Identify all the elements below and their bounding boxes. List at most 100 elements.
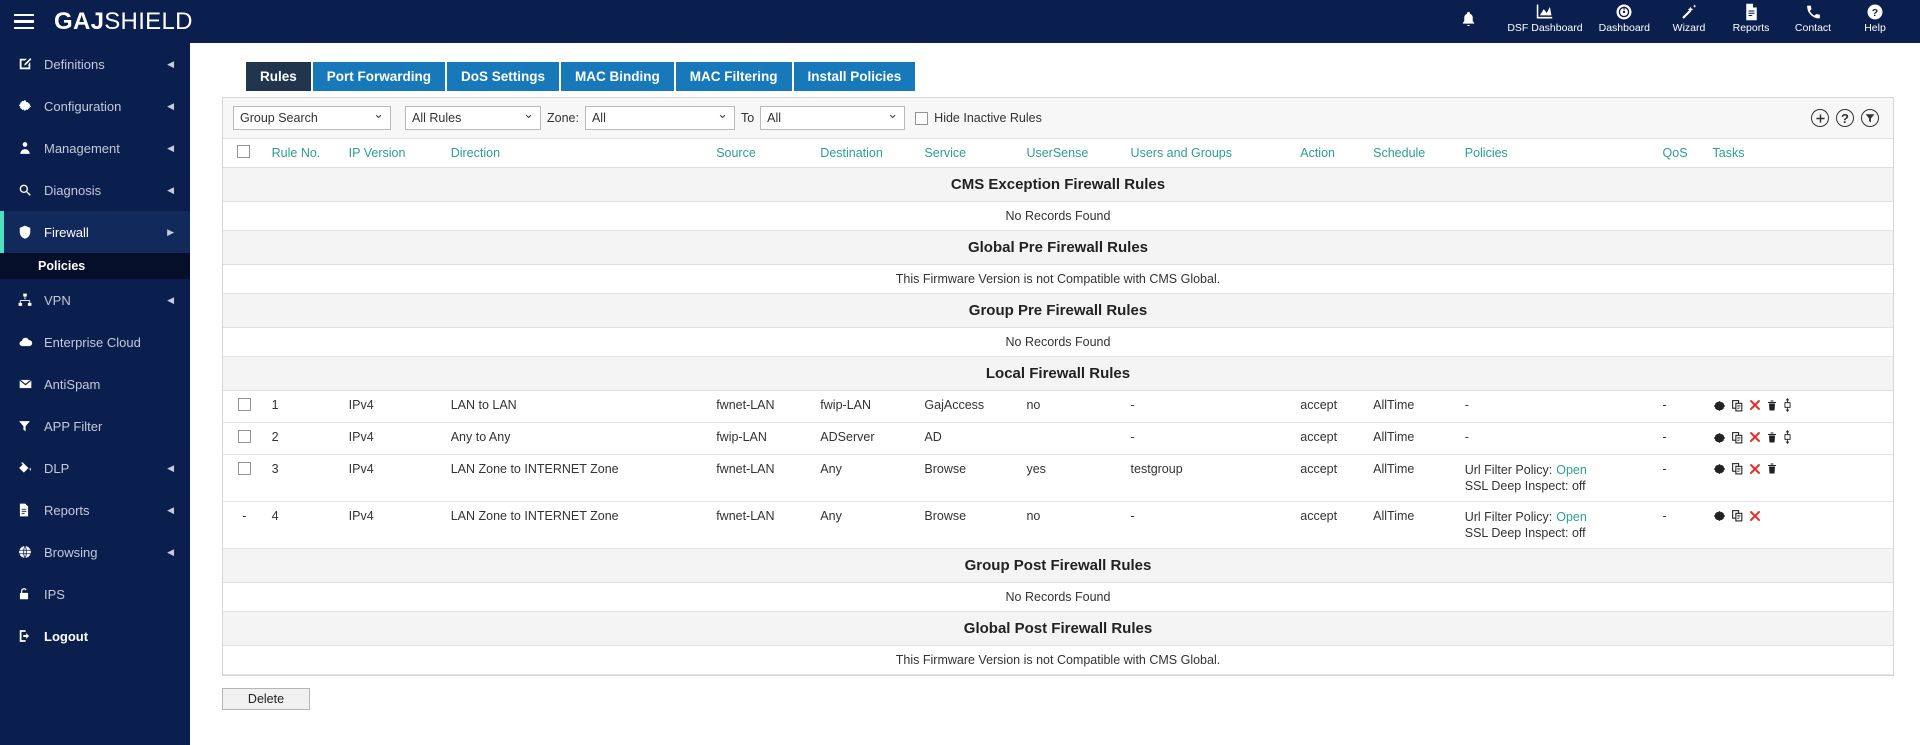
cell-source[interactable]: fwnet-LAN bbox=[709, 454, 814, 502]
cell-rule-no[interactable]: 3 bbox=[264, 454, 342, 502]
column-header-usersense[interactable]: UserSense bbox=[1019, 138, 1124, 168]
header-dsf-dashboard-button[interactable]: DSF Dashboard bbox=[1499, 0, 1590, 34]
row-checkbox[interactable] bbox=[237, 430, 251, 443]
column-header-direction[interactable]: Direction bbox=[443, 138, 710, 168]
column-header-qos[interactable]: QoS bbox=[1655, 138, 1706, 168]
row-checkbox[interactable] bbox=[237, 398, 251, 411]
notification-bell-icon[interactable] bbox=[1454, 0, 1499, 43]
tab-rules[interactable]: Rules bbox=[246, 62, 311, 91]
cell-schedule[interactable]: AllTime bbox=[1366, 501, 1458, 549]
cell-destination[interactable]: Any bbox=[813, 501, 918, 549]
gear-icon[interactable] bbox=[1713, 431, 1726, 447]
sidebar-item-management[interactable]: Management ◀ bbox=[0, 127, 190, 169]
sidebar-item-vpn[interactable]: VPN ◀ bbox=[0, 279, 190, 321]
column-header-rule-no[interactable]: Rule No. bbox=[264, 138, 342, 168]
column-header-action[interactable]: Action bbox=[1293, 138, 1367, 168]
copy-icon[interactable] bbox=[1731, 431, 1744, 447]
sidebar-item-firewall[interactable]: Firewall ▶ bbox=[0, 211, 190, 253]
sidebar-item-enterprise-cloud[interactable]: Enterprise Cloud bbox=[0, 321, 190, 363]
header-contact-button[interactable]: Contact bbox=[1782, 0, 1844, 34]
group-search-select[interactable]: Group Search bbox=[233, 106, 391, 130]
disable-icon[interactable] bbox=[1749, 431, 1761, 446]
bell-icon bbox=[1460, 10, 1477, 34]
add-rule-icon[interactable] bbox=[1811, 109, 1829, 127]
sidebar-item-dlp[interactable]: DLP ◀ bbox=[0, 447, 190, 489]
section-header-row: Local Firewall Rules bbox=[223, 356, 1893, 391]
move-icon[interactable] bbox=[1783, 398, 1792, 415]
help-circle-icon[interactable]: ? bbox=[1836, 109, 1854, 127]
policy-url-filter-value[interactable]: Open bbox=[1556, 510, 1587, 524]
sidebar-item-definitions[interactable]: Definitions ◀ bbox=[0, 43, 190, 85]
cell-schedule[interactable]: AllTime bbox=[1366, 454, 1458, 502]
delete-button[interactable]: Delete bbox=[222, 688, 310, 710]
hamburger-menu-icon[interactable] bbox=[0, 0, 48, 43]
cell-destination[interactable]: Any bbox=[813, 454, 918, 502]
sidebar-item-configuration[interactable]: Configuration ◀ bbox=[0, 85, 190, 127]
cell-service[interactable]: AD bbox=[917, 422, 1020, 455]
column-header-destination[interactable]: Destination bbox=[813, 138, 918, 168]
cell-service[interactable]: GajAccess bbox=[917, 390, 1020, 423]
copy-icon[interactable] bbox=[1731, 509, 1744, 525]
sidebar-item-reports[interactable]: Reports ◀ bbox=[0, 489, 190, 531]
column-header-tasks[interactable]: Tasks bbox=[1705, 138, 1893, 168]
copy-icon[interactable] bbox=[1731, 462, 1744, 478]
delete-icon[interactable] bbox=[1766, 399, 1778, 415]
section-title: Global Pre Firewall Rules bbox=[223, 230, 1893, 265]
cell-service[interactable]: Browse bbox=[917, 454, 1020, 502]
sidebar-item-ips[interactable]: IPS bbox=[0, 573, 190, 615]
column-header-users-and-groups[interactable]: Users and Groups bbox=[1123, 138, 1294, 168]
column-header-schedule[interactable]: Schedule bbox=[1366, 138, 1458, 168]
row-checkbox[interactable] bbox=[237, 462, 251, 475]
cell-action: accept bbox=[1293, 454, 1367, 502]
column-header-ip-version[interactable]: IP Version bbox=[341, 138, 444, 168]
sidebar-item-app-filter[interactable]: APP Filter bbox=[0, 405, 190, 447]
tab-install-policies[interactable]: Install Policies bbox=[793, 62, 916, 91]
filter-icon[interactable] bbox=[1861, 109, 1879, 127]
cell-source[interactable]: fwnet-LAN bbox=[709, 501, 814, 549]
column-header-policies[interactable]: Policies bbox=[1457, 138, 1656, 168]
cell-schedule[interactable]: AllTime bbox=[1366, 422, 1458, 455]
gear-icon[interactable] bbox=[1713, 462, 1726, 478]
header-dashboard-button[interactable]: Dashboard bbox=[1591, 0, 1658, 34]
sidebar-item-diagnosis[interactable]: Diagnosis ◀ bbox=[0, 169, 190, 211]
cell-source[interactable]: fwnet-LAN bbox=[709, 390, 814, 423]
zone-from-select[interactable]: All bbox=[584, 106, 735, 130]
cell-schedule[interactable]: AllTime bbox=[1366, 390, 1458, 423]
table-body: CMS Exception Firewall Rules No Records F… bbox=[223, 167, 1893, 675]
gear-icon[interactable] bbox=[1713, 509, 1726, 525]
edit-square-icon bbox=[18, 57, 44, 71]
rules-filter-select[interactable]: All Rules bbox=[405, 106, 541, 130]
cell-users-groups[interactable]: testgroup bbox=[1123, 454, 1294, 502]
gear-icon[interactable] bbox=[1713, 399, 1726, 415]
header-wizard-button[interactable]: Wizard bbox=[1658, 0, 1720, 34]
sidebar-subitem-policies[interactable]: Policies bbox=[0, 253, 190, 279]
tab-mac-filtering[interactable]: MAC Filtering bbox=[675, 62, 792, 91]
delete-icon[interactable] bbox=[1766, 462, 1778, 478]
column-header-source[interactable]: Source bbox=[709, 138, 814, 168]
zone-to-select[interactable]: All bbox=[760, 106, 906, 130]
tab-dos-settings[interactable]: DoS Settings bbox=[447, 62, 560, 91]
column-header-service[interactable]: Service bbox=[917, 138, 1020, 168]
tab-mac-binding[interactable]: MAC Binding bbox=[561, 62, 674, 91]
cell-rule-no[interactable]: 1 bbox=[264, 390, 342, 423]
header-help-button[interactable]: ? Help bbox=[1844, 0, 1906, 34]
sidebar-item-logout[interactable]: Logout bbox=[0, 615, 190, 657]
copy-icon[interactable] bbox=[1731, 399, 1744, 415]
header-reports-button[interactable]: Reports bbox=[1720, 0, 1782, 34]
cell-service[interactable]: Browse bbox=[917, 501, 1020, 549]
disable-icon[interactable] bbox=[1749, 399, 1761, 414]
select-all-checkbox[interactable] bbox=[237, 145, 251, 158]
disable-icon[interactable] bbox=[1749, 463, 1761, 478]
tab-port-forwarding[interactable]: Port Forwarding bbox=[312, 62, 446, 91]
sidebar-item-antispam[interactable]: AntiSpam bbox=[0, 363, 190, 405]
delete-icon[interactable] bbox=[1766, 431, 1778, 447]
policy-url-filter-value[interactable]: Open bbox=[1556, 463, 1587, 477]
cell-source[interactable]: fwip-LAN bbox=[709, 422, 814, 455]
sidebar-item-browsing[interactable]: Browsing ◀ bbox=[0, 531, 190, 573]
hide-inactive-rules-checkbox[interactable] bbox=[915, 111, 929, 125]
disable-icon[interactable] bbox=[1749, 510, 1761, 525]
move-icon[interactable] bbox=[1783, 430, 1792, 447]
cell-destination[interactable]: fwip-LAN bbox=[813, 390, 918, 423]
cell-destination[interactable]: ADServer bbox=[813, 422, 918, 455]
cell-rule-no[interactable]: 4 bbox=[264, 501, 342, 549]
